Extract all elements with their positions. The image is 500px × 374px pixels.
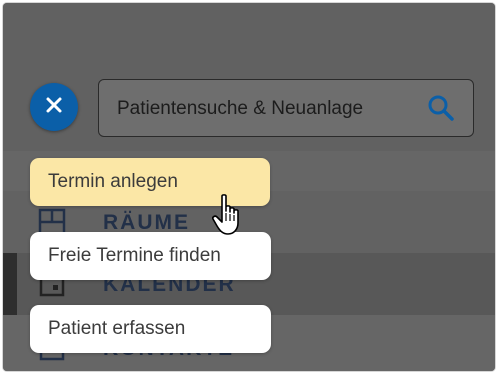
- search-field[interactable]: [98, 79, 474, 138]
- create-appointment-label: Termin anlegen: [48, 171, 178, 192]
- search-input[interactable]: [115, 80, 419, 138]
- find-free-appointments-button[interactable]: Freie Termine finden: [30, 232, 271, 280]
- app-window: RÄUME KALENDER KONTAKTE Termin anlegen: [3, 3, 495, 371]
- register-patient-label: Patient erfassen: [48, 318, 186, 339]
- search-icon[interactable]: [427, 94, 455, 122]
- find-free-appointments-label: Freie Termine finden: [48, 245, 221, 266]
- register-patient-button[interactable]: Patient erfassen: [30, 305, 271, 353]
- close-icon: [45, 96, 63, 119]
- close-button[interactable]: [30, 83, 78, 131]
- hand-cursor-icon: [211, 193, 247, 237]
